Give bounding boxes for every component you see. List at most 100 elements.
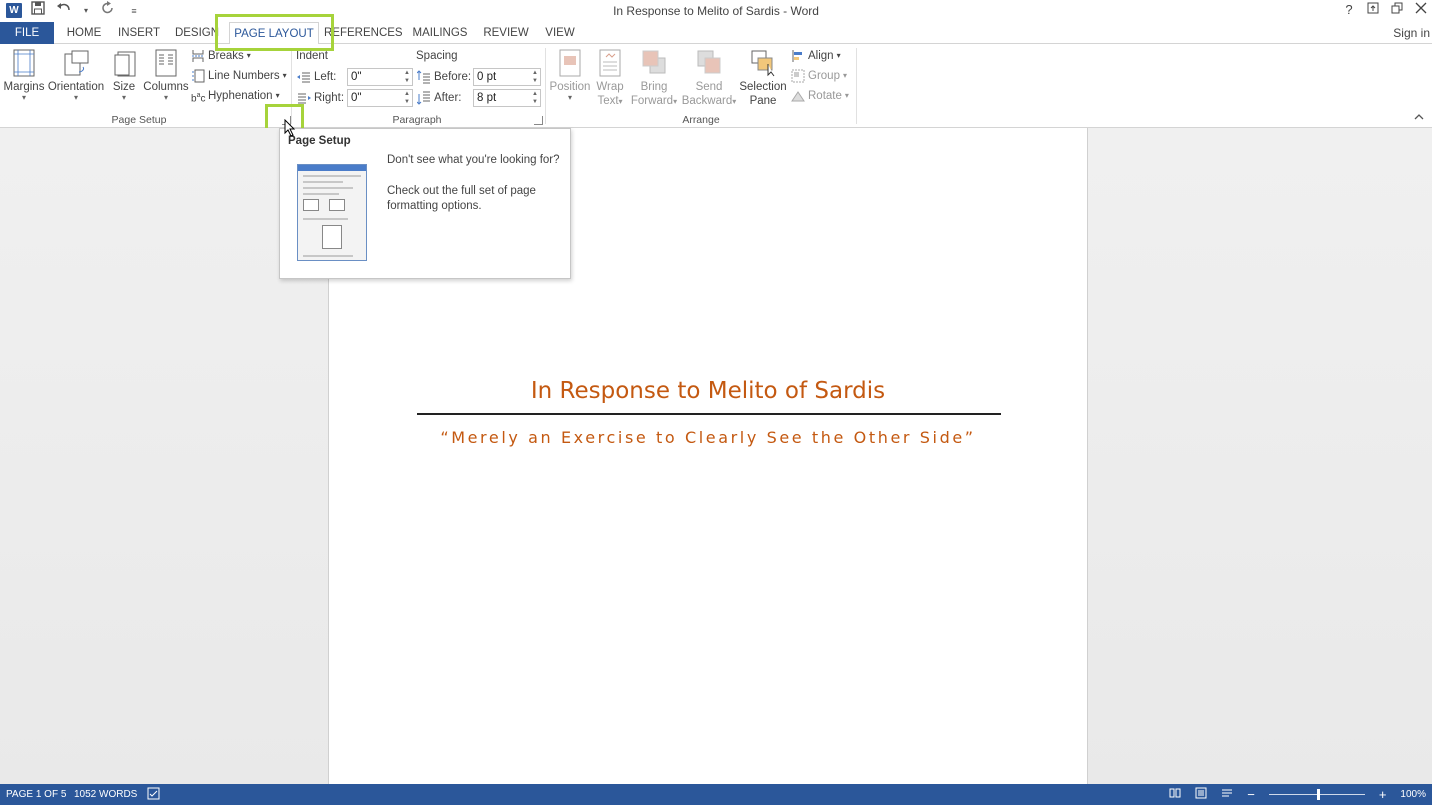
bring-forward-button[interactable]: Bring Forward▾ (629, 48, 679, 109)
spin-arrows-icon[interactable]: ▲ ▼ (532, 90, 538, 106)
send-backward-button[interactable]: Send Backward▾ (680, 48, 738, 109)
columns-dropdown-icon: ▾ (163, 93, 168, 102)
page-count[interactable]: PAGE 1 OF 5 (6, 789, 66, 800)
orientation-dropdown-icon: ▾ (73, 93, 78, 102)
tooltip-title: Page Setup (288, 135, 351, 147)
line-numbers-label: Line Numbers (208, 70, 280, 82)
ribbon: Margins ▾ Orientation ▾ Size ▾ Columns ▾… (0, 44, 1432, 128)
size-label: Size (112, 81, 136, 93)
spacing-title: Spacing (416, 50, 458, 62)
heading-underline (417, 413, 1001, 415)
spacing-before-label: Before: (417, 68, 471, 86)
document-heading[interactable]: In Response to Melito of Sardis (329, 378, 1087, 404)
group-separator (856, 48, 857, 124)
align-icon (792, 50, 802, 62)
window-controls: ? (1342, 2, 1428, 17)
tooltip-line-2: Check out the full set of page formattin… (387, 185, 536, 212)
tab-mailings[interactable]: MAILINGS (408, 22, 472, 44)
hyphenation-icon: bac (191, 92, 206, 105)
mouse-cursor-icon (284, 119, 296, 137)
spin-arrows-icon[interactable]: ▲ ▼ (404, 69, 410, 85)
margins-icon (13, 49, 35, 77)
document-canvas: In Response to Melito of Sardis “Merely … (0, 128, 1432, 784)
spin-arrows-icon[interactable]: ▲ ▼ (532, 69, 538, 85)
group-button[interactable]: Group ▾ (791, 67, 847, 85)
indent-left-icon (297, 72, 310, 83)
size-button[interactable]: Size ▾ (110, 48, 138, 102)
help-icon[interactable]: ? (1342, 2, 1356, 17)
position-button[interactable]: Position ▾ (549, 48, 591, 102)
line-numbers-button[interactable]: Line Numbers ▾ (191, 67, 287, 85)
page-layout-tab-highlight (215, 14, 334, 51)
align-button[interactable]: Align ▾ (791, 47, 841, 65)
tab-file[interactable]: FILE (0, 22, 54, 44)
hyphenation-label: Hyphenation (208, 90, 273, 102)
margins-label: Margins (3, 81, 45, 93)
indent-right-icon (298, 93, 311, 104)
send-backward-icon (697, 50, 721, 74)
zoom-in-icon[interactable]: + (1379, 787, 1387, 802)
arrange-group-label: Arrange (682, 114, 720, 126)
indent-right-label: Right: (297, 89, 344, 107)
restore-icon[interactable] (1390, 2, 1404, 17)
spacing-after-label: After: (417, 89, 461, 107)
close-icon[interactable] (1414, 2, 1428, 17)
selection-pane-icon (751, 50, 775, 77)
document-subheading[interactable]: “Merely an Exercise to Clearly See the O… (329, 428, 1087, 447)
proofing-icon[interactable] (147, 787, 161, 803)
tab-home[interactable]: HOME (62, 22, 106, 44)
margins-dropdown-icon: ▾ (21, 93, 26, 102)
status-right: − + 100% (1169, 787, 1426, 802)
zoom-slider-thumb[interactable] (1316, 789, 1320, 800)
margins-button[interactable]: Margins ▾ (3, 48, 45, 102)
paragraph-launcher-icon[interactable] (534, 116, 543, 125)
tab-references[interactable]: REFERENCES (324, 22, 403, 44)
rotate-icon (791, 91, 805, 102)
columns-icon (155, 49, 177, 77)
web-layout-icon[interactable] (1221, 787, 1233, 802)
collapse-ribbon-icon[interactable] (1414, 112, 1424, 124)
tab-review[interactable]: REVIEW (480, 22, 532, 44)
spacing-before-input[interactable]: 0 pt ▲ ▼ (473, 68, 541, 86)
wrap-text-button[interactable]: Wrap Text▾ (592, 48, 628, 109)
indent-title: Indent (296, 50, 328, 62)
orientation-button[interactable]: Orientation ▾ (47, 48, 105, 102)
indent-right-input[interactable]: 0" ▲ ▼ (347, 89, 413, 107)
size-dropdown-icon: ▾ (121, 93, 126, 102)
spacing-before-icon (417, 70, 430, 84)
zoom-slider[interactable] (1268, 789, 1365, 800)
line-numbers-icon (192, 69, 205, 83)
indent-left-label: Left: (297, 68, 336, 86)
spacing-after-icon (417, 91, 430, 105)
zoom-out-icon[interactable]: − (1247, 787, 1255, 802)
tab-insert[interactable]: INSERT (114, 22, 164, 44)
sign-in-link[interactable]: Sign in (1393, 26, 1430, 40)
size-icon (114, 51, 136, 77)
zoom-level[interactable]: 100% (1400, 789, 1426, 800)
orientation-label: Orientation (47, 81, 105, 93)
tab-view[interactable]: VIEW (540, 22, 580, 44)
wrap-text-icon (599, 49, 621, 77)
position-icon (559, 49, 581, 77)
spacing-after-input[interactable]: 8 pt ▲ ▼ (473, 89, 541, 107)
word-count[interactable]: 1052 WORDS (74, 789, 137, 800)
page-setup-tooltip: Page Setup Don't see what you're looking… (279, 128, 571, 279)
breaks-icon (192, 50, 204, 62)
tooltip-line-1: Don't see what you're looking for? (387, 154, 560, 166)
page-setup-group-label: Page Setup (111, 114, 167, 126)
bring-forward-icon (642, 50, 666, 74)
selection-pane-button[interactable]: Selection Pane (739, 48, 787, 108)
orientation-icon (64, 50, 89, 76)
status-bar: PAGE 1 OF 5 1052 WORDS − + 100% (0, 784, 1432, 805)
read-mode-icon[interactable] (1169, 787, 1181, 802)
page-setup-dialog-preview-icon (297, 164, 367, 261)
hyphenation-button[interactable]: bac Hyphenation ▾ (191, 87, 280, 105)
paragraph-group-label: Paragraph (392, 114, 442, 126)
print-layout-icon[interactable] (1195, 787, 1207, 802)
columns-button[interactable]: Columns ▾ (143, 48, 189, 102)
indent-left-input[interactable]: 0" ▲ ▼ (347, 68, 413, 86)
spin-arrows-icon[interactable]: ▲ ▼ (404, 90, 410, 106)
rotate-button[interactable]: Rotate ▾ (791, 87, 849, 105)
ribbon-display-options-icon[interactable] (1366, 2, 1380, 17)
columns-label: Columns (143, 81, 189, 93)
